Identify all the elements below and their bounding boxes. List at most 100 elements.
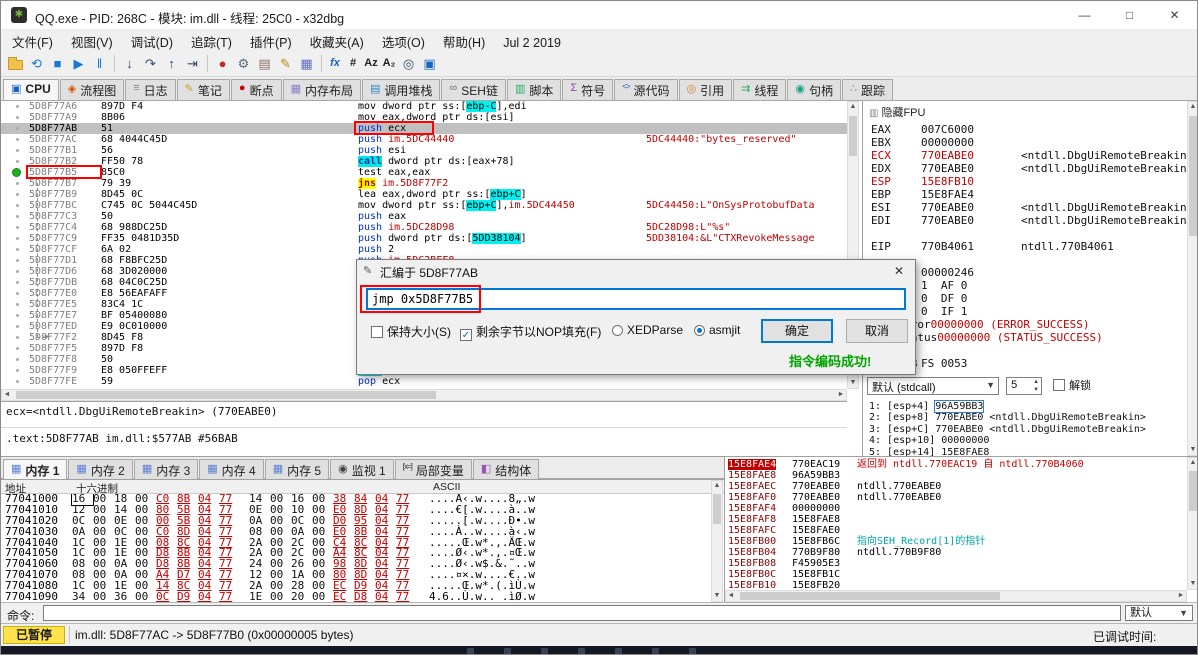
- row-gutter[interactable]: [1, 354, 27, 365]
- tab-memory-2[interactable]: ▦ 内存 2: [68, 459, 133, 480]
- hide-fpu-button[interactable]: ▥ 隐藏FPU: [869, 104, 925, 120]
- keep-size-checkbox[interactable]: 保持大小(S): [371, 323, 451, 340]
- row-gutter[interactable]: [1, 123, 27, 134]
- row-gutter[interactable]: [1, 178, 27, 189]
- register-row[interactable]: EAX 007C6000: [871, 123, 1191, 136]
- tab-graph[interactable]: ◈ 流程图: [59, 79, 125, 100]
- scroll-up-icon[interactable]: ▲: [1188, 102, 1197, 112]
- scroll-down-icon[interactable]: ▼: [1188, 445, 1197, 455]
- tab-source[interactable]: <> 源代码: [614, 79, 678, 100]
- stack-hscrollbar[interactable]: ◄ ►: [725, 590, 1187, 602]
- register-row[interactable]: EFLAGS00000246: [871, 266, 1191, 279]
- log-icon[interactable]: ▤: [254, 53, 275, 74]
- breakpoint-gutter[interactable]: [1, 167, 27, 178]
- tab-call-stack[interactable]: ▤ 调用堆栈: [362, 79, 441, 100]
- row-gutter[interactable]: [1, 277, 27, 288]
- register-row[interactable]: EIP 770B4061 ntdll.770B4061: [871, 240, 1191, 253]
- row-gutter[interactable]: [1, 200, 27, 211]
- register-row[interactable]: EDX 770EABE0 <ntdll.DbgUiRemoteBreakin>: [871, 162, 1193, 175]
- scroll-down-icon[interactable]: ▼: [712, 591, 722, 601]
- argument-count-stepper[interactable]: 5 ▲ ▼: [1006, 377, 1043, 395]
- tab-trace[interactable]: ∴ 跟踪: [842, 79, 894, 100]
- row-gutter[interactable]: [1, 189, 27, 200]
- register-row[interactable]: GS 002BFS 0053: [871, 357, 1191, 370]
- scroll-right-icon[interactable]: ►: [836, 390, 846, 400]
- register-row[interactable]: [871, 253, 1191, 266]
- taskbar-app-icon[interactable]: [504, 648, 511, 654]
- row-gutter[interactable]: [1, 134, 27, 145]
- search-icon[interactable]: ◎: [398, 53, 419, 74]
- scroll-thumb[interactable]: [16, 391, 436, 399]
- row-gutter[interactable]: [1, 244, 27, 255]
- tab-memory-map[interactable]: ▦ 内存布局: [282, 79, 361, 100]
- stack-row[interactable]: 15E8FAF4 00000000: [725, 503, 1188, 514]
- command-input[interactable]: [43, 605, 1121, 621]
- xedparse-radio[interactable]: XEDParse: [612, 323, 683, 337]
- command-mode-select[interactable]: 默认 ▼: [1125, 605, 1193, 621]
- argument-row[interactable]: 3: [esp+C] 770EABE0 <ntdll.DbgUiRemoteBr…: [869, 424, 1195, 435]
- taskbar-app-icon[interactable]: [615, 648, 622, 654]
- tab-watch-1[interactable]: ◉ 监视 1: [330, 459, 394, 480]
- tab-memory-4[interactable]: ▦ 内存 4: [199, 459, 264, 480]
- argument-row[interactable]: 4: [esp+10] 00000000: [869, 435, 1195, 446]
- cpu-window-icon[interactable]: ▣: [419, 53, 440, 74]
- tab-references[interactable]: ◎ 引用: [678, 79, 733, 100]
- scroll-right-icon[interactable]: ►: [1176, 591, 1186, 601]
- row-gutter[interactable]: [1, 310, 27, 321]
- notes-icon[interactable]: ✎: [275, 53, 296, 74]
- row-gutter[interactable]: [1, 211, 27, 222]
- scroll-up-icon[interactable]: ▲: [1188, 458, 1197, 468]
- step-over-icon[interactable]: ↷: [140, 53, 161, 74]
- stack-row[interactable]: 15E8FAE4 770EAC19 返回到 ntdll.770EAC19 自 ntd…: [725, 459, 1188, 470]
- run-to-cursor-icon[interactable]: ⇥: [182, 53, 203, 74]
- step-out-icon[interactable]: ↑: [161, 53, 182, 74]
- tab-log[interactable]: ≡ 日志: [125, 79, 176, 100]
- register-row[interactable]: EBX 00000000: [871, 136, 1191, 149]
- register-row[interactable]: LastError00000000 (ERROR_SUCCESS): [871, 318, 1191, 331]
- row-gutter[interactable]: [1, 266, 27, 277]
- taskbar-app-icon[interactable]: [689, 648, 696, 654]
- tab-handles[interactable]: ◉ 句柄: [787, 79, 842, 100]
- register-row[interactable]: ZF1 AF 0: [871, 279, 1191, 292]
- row-gutter[interactable]: [1, 233, 27, 244]
- disasm-row[interactable]: 5D8F77CF 6A 02 push 2: [1, 244, 847, 255]
- menu-item[interactable]: Jul 2 2019: [494, 33, 570, 53]
- disasm-row[interactable]: 5D8F77B2 FF50 78 call dword ptr ds:[eax+78…: [1, 156, 847, 167]
- unlock-checkbox[interactable]: [1053, 379, 1066, 391]
- disasm-row[interactable]: 5D8F77B5 85C0 test eax,eax: [1, 167, 847, 178]
- az-icon[interactable]: Az: [362, 53, 380, 74]
- row-gutter[interactable]: [1, 112, 27, 123]
- stack-row[interactable]: 15E8FB00 15E8FB6C 指向SEH_Record[1]的指针: [725, 536, 1188, 547]
- tab-memory-1[interactable]: ▦ 内存 1: [3, 459, 68, 480]
- taskbar-app-icon[interactable]: [578, 648, 585, 654]
- stack-row[interactable]: 15E8FAF8 15E8FAE8: [725, 514, 1188, 525]
- registers-vscrollbar[interactable]: ▲ ▼: [1187, 101, 1197, 456]
- scroll-thumb[interactable]: [740, 592, 1000, 600]
- register-row[interactable]: ESP 15E8FB10: [871, 175, 1191, 188]
- dialog-close-icon[interactable]: ✕: [883, 260, 915, 282]
- stop-icon[interactable]: ■: [47, 53, 68, 74]
- open-file-icon[interactable]: [5, 53, 26, 74]
- tab-breakpoints[interactable]: ● 断点: [230, 79, 282, 100]
- taskbar-app-icon[interactable]: [652, 648, 659, 654]
- stack-row[interactable]: 15E8FB08 F45905E3: [725, 558, 1188, 569]
- scroll-down-icon[interactable]: ▼: [848, 378, 858, 388]
- stack-row[interactable]: 15E8FAE8 96A59BB3: [725, 470, 1188, 481]
- disasm-row[interactable]: 5D8F77C4 68 988DC25D push im.5DC28D98 5DC28…: [1, 222, 847, 233]
- scroll-thumb[interactable]: [1189, 116, 1197, 236]
- argument-row[interactable]: 2: [esp+8] 770EABE0 <ntdll.DbgUiRemoteBr…: [869, 412, 1195, 423]
- scroll-thumb[interactable]: [849, 116, 857, 156]
- row-gutter[interactable]: [1, 365, 27, 376]
- tab-locals[interactable]: [x=] 局部变量: [394, 459, 472, 480]
- stack-vscrollbar[interactable]: ▲ ▼: [1187, 457, 1197, 590]
- disasm-row[interactable]: 5D8F77BC C745 0C 5044C45D mov dword ptr ss…: [1, 200, 847, 211]
- register-row[interactable]: EDI 770EABE0 <ntdll.DbgUiRemoteBreakin>: [871, 214, 1193, 227]
- tab-symbols[interactable]: Σ 符号: [562, 79, 614, 100]
- scroll-down-icon[interactable]: ▼: [1188, 579, 1197, 589]
- disasm-row[interactable]: 5D8F77B7 79 39 jns im.5D8F77F2: [1, 178, 847, 189]
- taskbar-app-icon[interactable]: [541, 648, 548, 654]
- stack-row[interactable]: 15E8FB04 770B9F80 ntdll.770B9F80: [725, 547, 1188, 558]
- tab-cpu[interactable]: ▣ CPU: [3, 79, 59, 100]
- dump-vscrollbar[interactable]: ▲ ▼: [711, 480, 723, 602]
- tab-seh[interactable]: ∞ SEH链: [441, 79, 506, 100]
